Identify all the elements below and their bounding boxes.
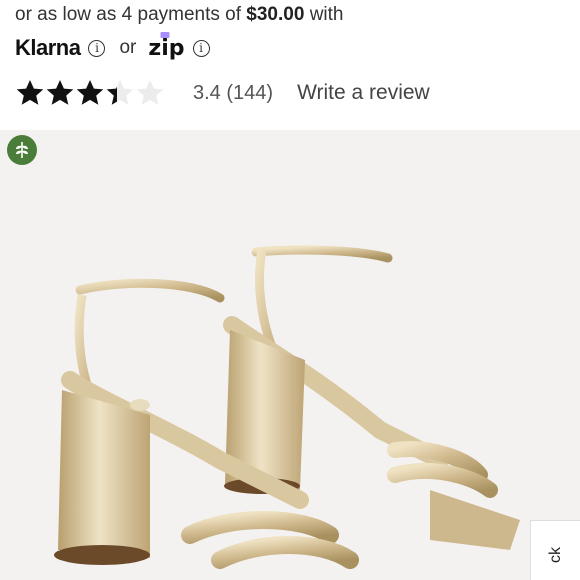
star-rating[interactable] bbox=[15, 78, 165, 108]
rating-summary[interactable]: 3.4 (144) bbox=[193, 82, 273, 105]
installment-text: or as low as 4 payments of $30.00 with bbox=[15, 4, 343, 26]
installment-amount: $30.00 bbox=[246, 4, 305, 25]
or-text: or bbox=[119, 37, 137, 58]
side-tab-label: ck bbox=[547, 547, 564, 563]
klarna-info-icon[interactable]: i bbox=[88, 39, 106, 57]
write-review-link[interactable]: Write a review bbox=[297, 81, 430, 105]
star-icon bbox=[16, 80, 44, 105]
klarna-logo: Klarna bbox=[15, 35, 81, 60]
star-icon bbox=[106, 80, 134, 105]
installment-suffix: with bbox=[309, 4, 344, 25]
star-icon bbox=[136, 80, 164, 105]
installment-prefix: or as low as 4 payments of bbox=[15, 4, 241, 25]
sandals-illustration bbox=[54, 245, 520, 569]
eco-badge[interactable] bbox=[7, 135, 37, 165]
side-feedback-tab[interactable]: ck bbox=[530, 520, 580, 580]
zip-info-icon[interactable]: i bbox=[192, 39, 210, 57]
star-icon bbox=[46, 80, 74, 105]
payment-providers: Klarna i or z ip i bbox=[15, 31, 210, 62]
zip-logo: z ip bbox=[148, 31, 185, 61]
zip-letter-p: p bbox=[168, 35, 185, 61]
zip-letter-z: z bbox=[148, 35, 162, 61]
star-icon bbox=[76, 80, 104, 105]
leaf-icon bbox=[16, 142, 28, 158]
rating-row: 3.4 (144) Write a review bbox=[15, 76, 430, 110]
zip-letter-i: i bbox=[161, 35, 169, 61]
product-image[interactable] bbox=[0, 130, 580, 580]
